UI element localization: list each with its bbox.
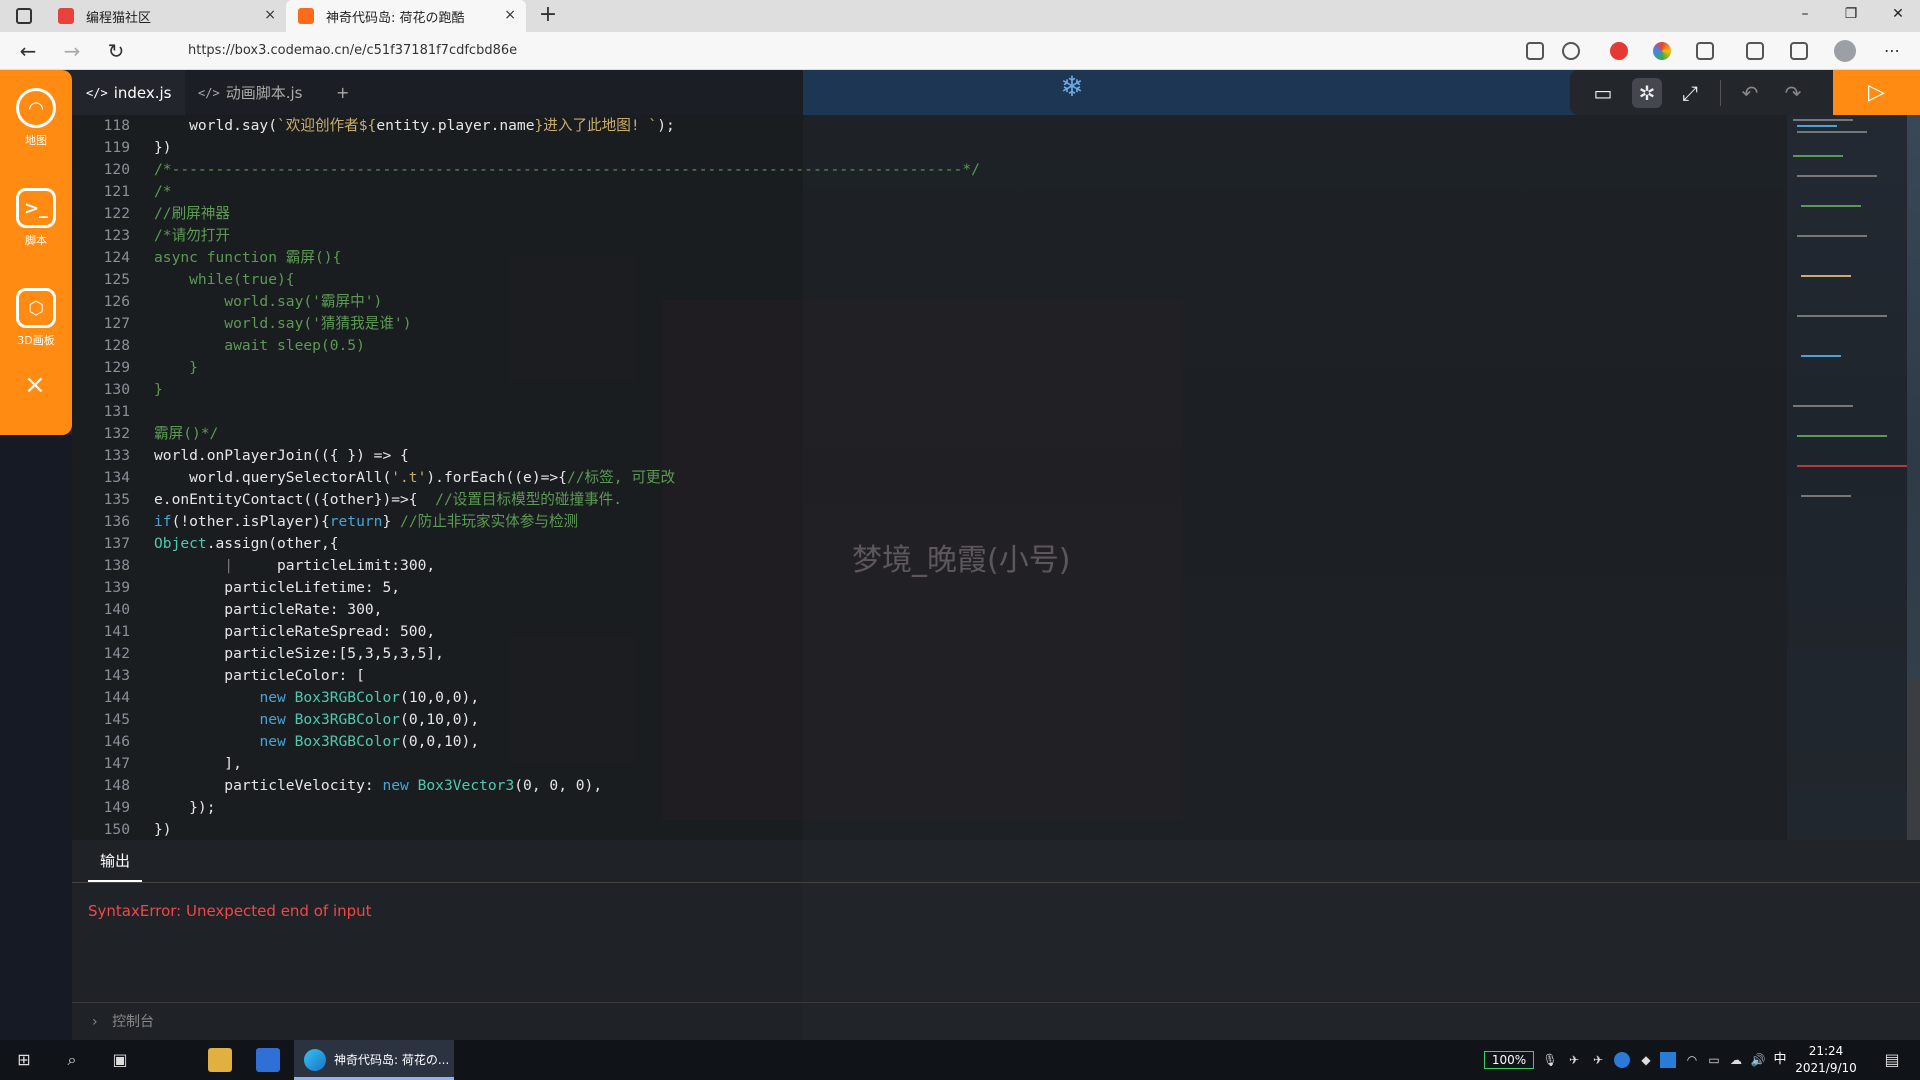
chat-bubble-icon[interactable]: ▭ xyxy=(1588,78,1618,108)
address-bar-input[interactable]: https://box3.codemao.cn/e/c51f37181f7cdf… xyxy=(148,37,1558,65)
undo-icon[interactable]: ↶ xyxy=(1735,78,1765,108)
left-sidebar: ◠ 地图 >_ 脚本 ⬡ 3D画板 × xyxy=(0,70,72,435)
tab-close-icon[interactable]: × xyxy=(504,7,516,23)
error-message: SyntaxError: Unexpected end of input xyxy=(88,902,372,920)
script-icon: >_ xyxy=(16,188,56,228)
maximize-button[interactable]: ❐ xyxy=(1841,6,1861,22)
battery-indicator[interactable]: 100% xyxy=(1484,1051,1534,1069)
redo-icon[interactable]: ↷ xyxy=(1778,78,1808,108)
sidebar-item-3d-canvas[interactable]: ⬡ 3D画板 xyxy=(0,288,72,348)
forward-arrow-icon[interactable]: → xyxy=(60,39,84,63)
tray-app-icon[interactable]: ◆ xyxy=(1638,1052,1654,1068)
chevron-right-icon: › xyxy=(92,1014,98,1030)
box3-favicon-icon xyxy=(298,8,314,24)
browser-tab-community[interactable]: 编程猫社区 × xyxy=(46,0,286,32)
clock-time: 21:24 xyxy=(1808,1044,1844,1058)
browser-toolbar: ← → ↻ https://box3.codemao.cn/e/c51f3718… xyxy=(0,32,1920,70)
editor-scrollbar[interactable] xyxy=(1907,680,1920,840)
search-icon[interactable]: ⌕ xyxy=(60,1048,84,1072)
system-clock[interactable]: 21:24 2021/9/10 xyxy=(1786,1043,1866,1077)
task-view-icon[interactable]: ▣ xyxy=(108,1048,132,1072)
sidebar-close-icon[interactable]: × xyxy=(24,370,46,400)
windows-taskbar: ⊞ ⌕ ▣ 神奇代码岛: 荷花の... 100% 🎙 ✈ ✈ ◆ ◠ ▭ ☁ 🔊… xyxy=(0,1040,1920,1080)
battery-icon[interactable]: ▭ xyxy=(1706,1052,1722,1068)
divider xyxy=(72,882,1920,883)
new-tab-button[interactable]: + xyxy=(536,4,560,28)
microphone-icon[interactable]: 🎙 xyxy=(1542,1052,1558,1068)
chrome-extension-icon[interactable] xyxy=(1653,42,1671,60)
run-play-button[interactable]: ▷ xyxy=(1833,70,1920,115)
scene-sky xyxy=(803,70,1583,115)
editor-toolbar: ▭ ✲ ⤢ ↶ ↷ ▷ xyxy=(1570,70,1920,115)
adblock-icon[interactable] xyxy=(1610,42,1628,60)
sidebar-item-script[interactable]: >_ 脚本 xyxy=(0,188,72,248)
volume-icon[interactable]: 🔊 xyxy=(1750,1052,1766,1068)
debug-bug-icon[interactable]: ✲ xyxy=(1632,78,1662,108)
notification-icon[interactable]: ▤ xyxy=(1880,1048,1904,1072)
cube-icon: ⬡ xyxy=(16,288,56,328)
tab-label: 动画脚本.js xyxy=(225,84,303,102)
edge-browser-icon xyxy=(304,1049,326,1071)
code-file-icon: </> xyxy=(86,85,108,100)
sidebar-item-label: 3D画板 xyxy=(17,334,55,347)
window-close-button[interactable]: ✕ xyxy=(1888,6,1908,22)
app-grid-icon[interactable] xyxy=(1526,42,1544,60)
browser-tabbar: 编程猫社区 × 神奇代码岛: 荷花の跑酷 × + – ❐ ✕ xyxy=(0,0,1920,32)
code-editor[interactable]: 118 world.say(`欢迎创作者${entity.player.name… xyxy=(72,115,1787,840)
store-icon[interactable] xyxy=(256,1048,280,1072)
code-minimap[interactable] xyxy=(1787,115,1907,840)
snowflake-icon: ❄ xyxy=(1060,70,1084,103)
output-panel: 输出 SyntaxError: Unexpected end of input … xyxy=(72,840,1920,1040)
tab-actions-icon[interactable] xyxy=(16,8,32,24)
console-label: 控制台 xyxy=(112,1014,155,1030)
add-script-tab-button[interactable]: + xyxy=(322,70,363,115)
taskbar-app-edge[interactable]: 神奇代码岛: 荷花の... xyxy=(294,1040,454,1080)
map-icon: ◠ xyxy=(16,88,56,128)
tab-output[interactable]: 输出 xyxy=(88,840,143,882)
editor-tabbar: </> index.js </> 动画脚本.js + xyxy=(72,70,803,115)
favorites-icon[interactable] xyxy=(1746,42,1764,60)
tab-title: 神奇代码岛: 荷花の跑酷 xyxy=(326,10,465,26)
reload-icon[interactable]: ↻ xyxy=(104,39,128,63)
minimize-button[interactable]: – xyxy=(1795,6,1815,22)
extensions-puzzle-icon[interactable] xyxy=(1696,42,1714,60)
tab-close-icon[interactable]: × xyxy=(264,7,276,23)
favorite-star-icon[interactable] xyxy=(1562,42,1580,60)
tray-app-icon[interactable]: ✈ xyxy=(1566,1052,1582,1068)
tab-index-js[interactable]: </> index.js xyxy=(72,70,186,115)
clock-date: 2021/9/10 xyxy=(1795,1061,1857,1075)
tab-title: 编程猫社区 xyxy=(86,10,152,26)
tab-label: index.js xyxy=(113,83,172,102)
tab-animation-script-js[interactable]: </> 动画脚本.js xyxy=(184,70,316,115)
cloud-icon[interactable]: ☁ xyxy=(1728,1052,1744,1068)
browser-tab-box3[interactable]: 神奇代码岛: 荷花の跑酷 × xyxy=(286,0,526,32)
toolbar-divider xyxy=(1720,80,1721,106)
security-shield-icon[interactable] xyxy=(1614,1052,1630,1068)
sidebar-item-map[interactable]: ◠ 地图 xyxy=(0,88,72,148)
expand-icon[interactable]: ⤢ xyxy=(1675,78,1705,108)
profile-avatar[interactable] xyxy=(1834,40,1856,62)
codemao-favicon-icon xyxy=(58,8,74,24)
windows-start-icon[interactable]: ⊞ xyxy=(12,1048,36,1072)
taskbar-app-label: 神奇代码岛: 荷花の... xyxy=(334,1053,450,1067)
sidebar-item-label: 脚本 xyxy=(25,234,47,247)
back-arrow-icon[interactable]: ← xyxy=(16,39,40,63)
sidebar-item-label: 地图 xyxy=(25,134,47,147)
tray-app-icon[interactable] xyxy=(1660,1052,1676,1068)
wifi-icon[interactable]: ◠ xyxy=(1684,1052,1700,1068)
tray-app-icon[interactable]: ✈ xyxy=(1590,1052,1606,1068)
console-toggle[interactable]: › 控制台 xyxy=(72,1002,1920,1040)
more-menu-icon[interactable]: ⋯ xyxy=(1880,39,1904,63)
collections-icon[interactable] xyxy=(1790,42,1808,60)
sidebar-background xyxy=(0,435,72,1040)
code-file-icon: </> xyxy=(198,85,220,100)
file-explorer-icon[interactable] xyxy=(208,1048,232,1072)
